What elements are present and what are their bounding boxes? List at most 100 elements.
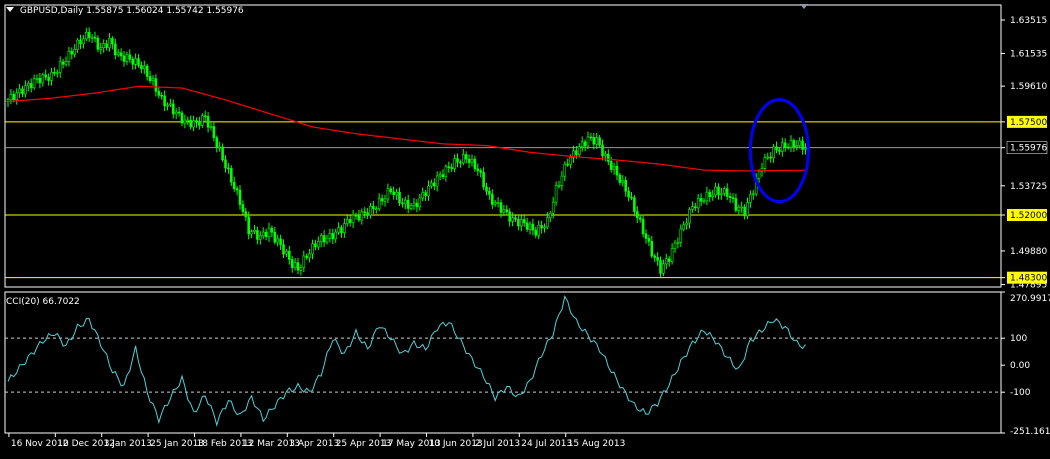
candle-body xyxy=(299,267,303,271)
candle-body xyxy=(560,175,564,186)
candle-body xyxy=(395,191,398,196)
candle-body xyxy=(441,174,445,177)
candle-body xyxy=(247,216,250,235)
candle-body xyxy=(473,158,477,170)
candle-body xyxy=(653,255,657,258)
candle-body xyxy=(343,223,346,234)
candle-body xyxy=(340,227,343,234)
candle-body xyxy=(186,119,190,122)
indicator-header: CCI(20) 66.7022 xyxy=(6,297,80,307)
candle-body xyxy=(114,43,117,56)
candle-body xyxy=(551,201,555,214)
candle-body xyxy=(453,158,456,169)
candle-body xyxy=(612,165,616,170)
candle-body xyxy=(198,121,201,126)
candle-body xyxy=(15,92,18,101)
candle-body xyxy=(256,230,259,240)
candle-body xyxy=(664,258,668,265)
indicator-axis-label: 100 xyxy=(1010,334,1027,344)
candle-body xyxy=(157,91,161,96)
candle-body xyxy=(464,154,468,160)
candle-body xyxy=(383,198,387,202)
candle-body xyxy=(64,61,68,65)
candle-body xyxy=(183,119,187,124)
candle-body xyxy=(174,111,178,115)
indicator-pane-frame xyxy=(4,291,1002,434)
candle-body xyxy=(328,233,332,239)
candle-body xyxy=(688,209,691,224)
candle-body xyxy=(775,146,778,151)
candle-body xyxy=(195,120,198,123)
chart-canvas[interactable]: 1.63515 1.61535 1.59610 1.57500 1.55976 1.537… xyxy=(0,0,1050,455)
collapse-triangle-icon[interactable] xyxy=(6,7,14,12)
candle-body xyxy=(670,248,674,262)
candle-body xyxy=(360,211,364,221)
candle-body xyxy=(783,142,787,148)
candle-body xyxy=(737,207,741,211)
candle-body xyxy=(731,197,735,199)
price-axis-label: 1.53725 xyxy=(1010,182,1047,192)
candle-body xyxy=(18,88,21,94)
candle-body xyxy=(766,156,770,159)
candle-body xyxy=(525,222,529,230)
candle-body xyxy=(577,146,581,155)
candle-body xyxy=(772,146,775,159)
candle-body xyxy=(102,43,105,48)
candle-body xyxy=(122,55,126,62)
candle-body xyxy=(691,206,694,210)
candle-body xyxy=(786,146,790,149)
candle-body xyxy=(24,85,27,95)
candle-body xyxy=(128,54,132,60)
price-axis-label: 1.63515 xyxy=(1010,16,1047,26)
candle-body xyxy=(372,205,375,209)
candle-body xyxy=(232,181,236,189)
indicator-axis-label: -100 xyxy=(1010,388,1031,398)
candle-body xyxy=(227,167,230,170)
candle-body xyxy=(659,260,662,274)
candle-body xyxy=(116,52,120,56)
candle-body xyxy=(508,211,512,222)
candle-body xyxy=(345,219,349,224)
candle-body xyxy=(270,227,274,233)
candle-body xyxy=(203,115,207,118)
candle-body xyxy=(108,38,111,48)
price-axis-label: 1.59610 xyxy=(1010,82,1047,92)
candle-body xyxy=(314,243,317,248)
candle-body xyxy=(746,202,749,217)
candle-body xyxy=(55,72,59,74)
candle-body xyxy=(241,204,245,213)
candle-body xyxy=(427,185,430,197)
candle-body xyxy=(369,205,372,216)
candle-body xyxy=(609,161,613,170)
candle-body xyxy=(743,206,746,217)
candle-body xyxy=(58,61,62,73)
candle-body xyxy=(85,31,88,40)
candle-body xyxy=(409,205,413,209)
cci-line xyxy=(7,295,806,427)
candle-body xyxy=(528,223,532,230)
candle-body xyxy=(403,199,407,205)
candle-body xyxy=(285,251,288,255)
candle-body xyxy=(293,262,297,268)
level-price-label: 1.48300 xyxy=(1010,274,1047,284)
candle-body xyxy=(264,231,268,238)
candle-body xyxy=(780,142,784,152)
candle-body xyxy=(374,208,378,210)
candle-body xyxy=(792,140,796,147)
candle-body xyxy=(601,144,604,157)
candle-body xyxy=(316,241,320,248)
candle-body xyxy=(250,231,253,235)
candle-body xyxy=(679,228,683,243)
candle-body xyxy=(201,115,204,126)
candle-body xyxy=(749,194,752,203)
candle-body xyxy=(137,58,140,66)
candle-body xyxy=(798,140,802,146)
candle-body xyxy=(604,153,607,157)
candle-body xyxy=(580,141,584,148)
candle-body xyxy=(125,54,129,62)
candle-body xyxy=(795,145,799,147)
ohlc-label: 1.55875 1.56024 1.55742 1.55976 xyxy=(86,6,244,16)
candle-body xyxy=(699,198,703,202)
candle-body xyxy=(276,238,280,243)
chart-window[interactable]: 1.63515 1.61535 1.59610 1.57500 1.55976 1.537… xyxy=(0,0,1050,455)
